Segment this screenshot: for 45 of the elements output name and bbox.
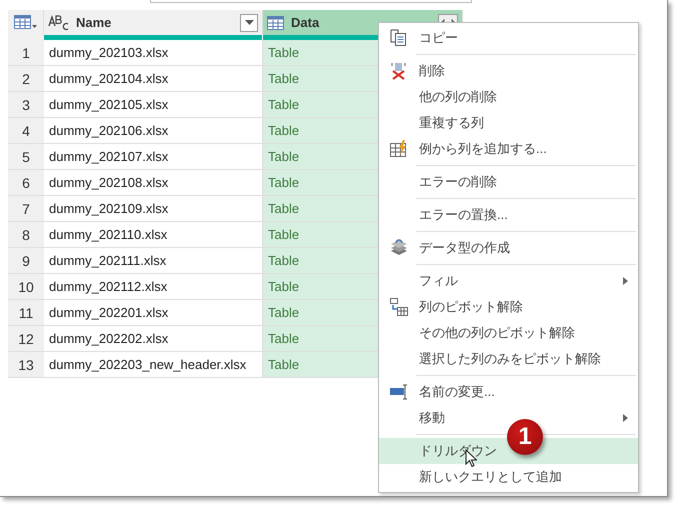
- row-number: 9: [8, 248, 44, 274]
- table-cell: dummy_202203_new_header.xlsx: [44, 352, 263, 378]
- table-icon: [14, 14, 38, 30]
- row-number: 5: [8, 144, 44, 170]
- column-title: Name: [76, 15, 112, 30]
- menu-item[interactable]: 名前の変更...: [379, 379, 638, 405]
- table-lightning-icon: [390, 140, 408, 158]
- column-title: Data: [291, 15, 320, 30]
- table-cell: dummy_202112.xlsx: [44, 274, 263, 300]
- row-number: 2: [8, 66, 44, 92]
- row-number: 13: [8, 352, 44, 378]
- row-number: 12: [8, 326, 44, 352]
- table-icon: [267, 16, 285, 30]
- table-cell: dummy_202202.xlsx: [44, 326, 263, 352]
- table-cell: dummy_202108.xlsx: [44, 170, 263, 196]
- text-type-icon: [48, 14, 70, 30]
- table-cell: dummy_202105.xlsx: [44, 92, 263, 118]
- table-cell: dummy_202110.xlsx: [44, 222, 263, 248]
- copy-icon: [390, 29, 408, 47]
- row-number: 4: [8, 118, 44, 144]
- column-header[interactable]: Name: [44, 10, 263, 35]
- row-number: 1: [8, 40, 44, 66]
- rename-icon: [390, 383, 408, 401]
- submenu-arrow-icon: [623, 277, 628, 285]
- menu-item[interactable]: 新しいクエリとして追加: [379, 464, 638, 490]
- table-cell: dummy_202103.xlsx: [44, 40, 263, 66]
- table-cell: dummy_202109.xlsx: [44, 196, 263, 222]
- table-cell: dummy_202111.xlsx: [44, 248, 263, 274]
- table-menu-button[interactable]: [8, 10, 44, 35]
- table-cell: dummy_202106.xlsx: [44, 118, 263, 144]
- row-number: 11: [8, 300, 44, 326]
- submenu-arrow-icon: [623, 414, 628, 422]
- table-cell: dummy_202104.xlsx: [44, 66, 263, 92]
- layers-icon: [390, 239, 408, 257]
- row-number: 6: [8, 170, 44, 196]
- row-number: 3: [8, 92, 44, 118]
- table-cell: dummy_202107.xlsx: [44, 144, 263, 170]
- caret-icon: [244, 20, 254, 25]
- delete-icon: [390, 62, 408, 80]
- table-cell: dummy_202201.xlsx: [44, 300, 263, 326]
- row-number: 8: [8, 222, 44, 248]
- filter-dropdown-button[interactable]: [240, 14, 258, 32]
- row-number: 10: [8, 274, 44, 300]
- row-number: 7: [8, 196, 44, 222]
- unpivot-icon: [390, 298, 408, 316]
